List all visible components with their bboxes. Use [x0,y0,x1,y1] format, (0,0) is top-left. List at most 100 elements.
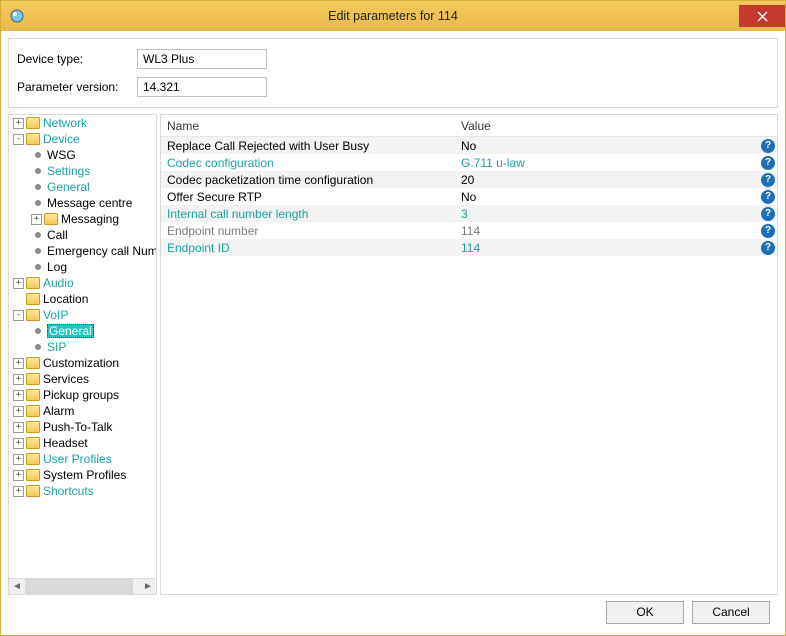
tree-item[interactable]: SIP [9,339,156,355]
table-row[interactable]: Codec packetization time configuration20… [161,171,777,188]
table-row[interactable]: Codec configurationG.711 u-law? [161,154,777,171]
expand-icon[interactable]: + [13,118,24,129]
param-name: Endpoint number [161,224,455,238]
tree-item[interactable]: Log [9,259,156,275]
help-icon[interactable]: ? [761,241,775,255]
param-value[interactable]: 114 [455,241,755,255]
category-tree[interactable]: +Network-DeviceWSGSettingsGeneralMessage… [8,114,157,595]
folder-icon [26,373,40,385]
tree-item[interactable]: WSG [9,147,156,163]
folder-icon [26,469,40,481]
tree-item[interactable]: + Alarm [9,403,156,419]
tree-leaf-icon [35,344,41,350]
tree-item[interactable]: Location [9,291,156,307]
expand-icon[interactable]: + [13,374,24,385]
expand-icon[interactable]: + [13,390,24,401]
param-value[interactable]: No [455,139,755,153]
folder-icon [26,485,40,497]
param-value[interactable]: G.711 u-law [455,156,755,170]
tree-item-label: Message centre [47,196,132,210]
folder-icon [26,309,40,321]
device-info-panel: Device type: WL3 Plus Parameter version:… [8,38,778,108]
tree-item[interactable]: + Audio [9,275,156,291]
tree-item[interactable]: + Push-To-Talk [9,419,156,435]
grid-header: Name Value [161,115,777,137]
tree-item[interactable]: + User Profiles [9,451,156,467]
tree-item-label: SIP [47,340,66,354]
table-row[interactable]: Endpoint number114? [161,222,777,239]
tree-item-label: Device [43,132,80,146]
tree-item[interactable]: +Headset [9,435,156,451]
tree-item[interactable]: +Services [9,371,156,387]
help-icon[interactable]: ? [761,139,775,153]
tree-item[interactable]: +System Profiles [9,467,156,483]
cancel-button[interactable]: Cancel [692,601,770,624]
param-value[interactable]: No [455,190,755,204]
tree-item[interactable]: General [9,179,156,195]
tree-item-label: Customization [43,356,119,370]
tree-item-label: Call [47,228,68,242]
folder-icon [26,357,40,369]
ok-button[interactable]: OK [606,601,684,624]
tree-item-label: Alarm [43,404,74,418]
tree-item-label: Pickup groups [43,388,119,402]
device-type-label: Device type: [17,52,137,66]
tree-item[interactable]: + Pickup groups [9,387,156,403]
tree-item-label: Emergency call Num [47,244,156,258]
expand-icon[interactable]: + [13,470,24,481]
tree-item-label: Location [43,292,88,306]
tree-item[interactable]: Settings [9,163,156,179]
scrollbar-thumb[interactable] [25,579,133,595]
tree-item-label: User Profiles [43,452,112,466]
collapse-icon[interactable]: - [13,134,24,145]
scroll-left-icon[interactable]: ◄ [9,579,25,595]
expand-icon[interactable]: + [13,406,24,417]
expand-icon[interactable]: + [13,358,24,369]
help-icon[interactable]: ? [761,190,775,204]
tree-item-label: Push-To-Talk [43,420,112,434]
scroll-right-icon[interactable]: ► [140,579,156,595]
tree-item[interactable]: General [9,323,156,339]
tree-item[interactable]: Emergency call Num [9,243,156,259]
titlebar[interactable]: Edit parameters for 114 [1,1,785,31]
tree-item-label: Shortcuts [43,484,94,498]
close-button[interactable] [739,5,785,27]
tree-item-label: Messaging [61,212,119,226]
expand-icon[interactable]: + [13,422,24,433]
param-value[interactable]: 20 [455,173,755,187]
tree-item[interactable]: Message centre [9,195,156,211]
table-row[interactable]: Offer Secure RTPNo? [161,188,777,205]
expand-icon[interactable]: + [13,486,24,497]
tree-item[interactable]: Call [9,227,156,243]
param-value[interactable]: 114 [455,224,755,238]
device-type-field: WL3 Plus [137,49,267,69]
expand-icon[interactable]: + [31,214,42,225]
help-icon[interactable]: ? [761,224,775,238]
help-icon[interactable]: ? [761,173,775,187]
tree-item[interactable]: + Messaging [9,211,156,227]
tree-item[interactable]: -VoIP [9,307,156,323]
app-icon [9,8,25,24]
help-icon[interactable]: ? [761,156,775,170]
tree-h-scrollbar[interactable]: ◄ ► [9,578,156,594]
table-row[interactable]: Internal call number length3? [161,205,777,222]
expand-icon[interactable]: + [13,438,24,449]
expand-icon[interactable]: + [13,454,24,465]
folder-icon [26,117,40,129]
table-row[interactable]: Endpoint ID114? [161,239,777,256]
collapse-icon[interactable]: - [13,310,24,321]
folder-icon [26,437,40,449]
tree-item[interactable]: +Network [9,115,156,131]
help-icon[interactable]: ? [761,207,775,221]
folder-icon [26,293,40,305]
header-value[interactable]: Value [455,116,755,136]
tree-item[interactable]: + Shortcuts [9,483,156,499]
table-row[interactable]: Replace Call Rejected with User BusyNo? [161,137,777,154]
tree-item[interactable]: + Customization [9,355,156,371]
tree-item-label: Audio [43,276,74,290]
tree-leaf-icon [35,152,41,158]
param-value[interactable]: 3 [455,207,755,221]
header-name[interactable]: Name [161,116,455,136]
expand-icon[interactable]: + [13,278,24,289]
tree-item[interactable]: - Device [9,131,156,147]
